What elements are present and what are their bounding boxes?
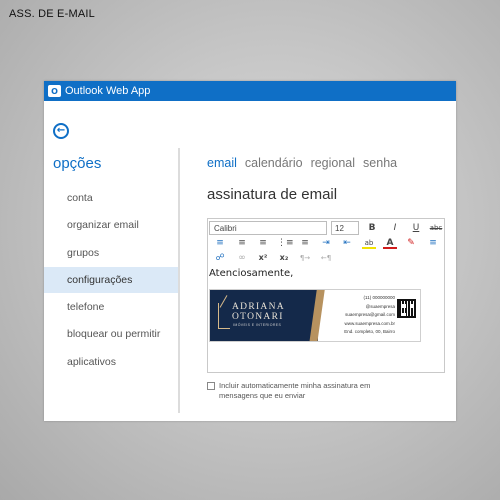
tab-regional[interactable]: regional xyxy=(311,156,355,170)
signature-editor[interactable]: Calibri 12 B I U abc ≡ ≡ ≡ ⋮≡ ≡ ⇥ ⇤ ab A… xyxy=(207,218,445,373)
align-right-icon[interactable]: ≡ xyxy=(256,237,270,249)
sidebar-item-grupos[interactable]: grupos xyxy=(44,240,178,266)
font-color-icon[interactable]: A xyxy=(383,237,397,249)
bold-icon[interactable]: B xyxy=(365,222,379,234)
superscript-icon[interactable]: x² xyxy=(256,252,270,264)
panel-divider xyxy=(178,148,180,413)
signature-social: @suaempresa xyxy=(365,303,395,309)
signature-tagline: IMÓVEIS E INTERIORES xyxy=(233,323,282,327)
signature-email: suaempresa@gmail.com xyxy=(345,312,395,318)
tab-calendario[interactable]: calendário xyxy=(245,156,303,170)
italic-icon[interactable]: I xyxy=(388,222,402,234)
qr-code-icon xyxy=(397,299,416,318)
sidebar-item-bloquear-ou-permitir[interactable]: bloquear ou permitir xyxy=(44,321,178,347)
app-title: Outlook Web App xyxy=(65,85,151,97)
auto-signature-label: Incluir automaticamente minha assinatura… xyxy=(219,381,371,400)
sidebar-item-organizar-email[interactable]: organizar email xyxy=(44,212,178,238)
decrease-indent-icon[interactable]: ⇤ xyxy=(340,237,354,249)
signature-phone: (11) 000000000 xyxy=(363,295,395,300)
outlook-icon: O xyxy=(48,85,61,97)
page-caption: ASS. DE E-MAIL xyxy=(9,8,95,20)
outlook-window: O Outlook Web App ← opções conta organiz… xyxy=(44,81,456,421)
sidebar-title: opções xyxy=(53,155,102,172)
title-bar: O Outlook Web App xyxy=(44,81,456,101)
signature-name-line2: OTONARI xyxy=(232,312,284,322)
signature-card: ADRIANA OTONARI IMÓVEIS E INTERIORES (11… xyxy=(209,289,421,342)
clear-formatting-icon[interactable]: ✎ xyxy=(404,237,418,249)
left-to-right-icon[interactable]: ¶→ xyxy=(298,252,312,264)
sidebar-item-configuracoes[interactable]: configurações xyxy=(44,266,178,293)
sidebar-item-aplicativos[interactable]: aplicativos xyxy=(44,349,178,375)
font-size-select[interactable]: 12 xyxy=(331,221,359,235)
align-center-icon[interactable]: ≡ xyxy=(235,237,249,249)
remove-link-icon[interactable]: ∞ xyxy=(235,252,249,264)
sidebar-item-telefone[interactable]: telefone xyxy=(44,294,178,320)
signature-website: www.suaempresa.com.br xyxy=(344,320,395,326)
auto-signature-option: Incluir automaticamente minha assinatura… xyxy=(207,381,409,401)
back-arrow-icon[interactable]: ← xyxy=(53,123,69,139)
underline-icon[interactable]: U xyxy=(409,222,423,234)
signature-greeting: Atenciosamente, xyxy=(209,268,294,279)
signature-address: End. completo, 00, Bairro xyxy=(344,329,395,335)
signature-name-line1: ADRIANA xyxy=(232,302,285,312)
bulleted-list-icon[interactable]: ⋮≡ xyxy=(277,237,294,249)
align-left-icon[interactable]: ≡ xyxy=(213,237,227,249)
section-title: assinatura de email xyxy=(207,186,338,203)
insert-link-icon[interactable]: ☍ xyxy=(213,252,227,264)
strikethrough-icon[interactable]: abc xyxy=(429,222,443,234)
signature-contact-info: (11) 000000000 @suaempresa suaempresa@gm… xyxy=(323,294,395,337)
line-spacing-icon[interactable]: ≡ xyxy=(426,237,440,249)
settings-tabs: email calendário regional senha xyxy=(207,156,397,170)
subscript-icon[interactable]: x₂ xyxy=(277,252,291,264)
sidebar-item-conta[interactable]: conta xyxy=(44,185,178,211)
highlight-icon[interactable]: ab xyxy=(362,237,376,249)
increase-indent-icon[interactable]: ⇥ xyxy=(319,237,333,249)
font-family-select[interactable]: Calibri xyxy=(209,221,327,235)
options-nav: conta organizar email grupos configuraçõ… xyxy=(44,185,178,376)
auto-signature-checkbox[interactable] xyxy=(207,382,215,390)
right-to-left-icon[interactable]: ←¶ xyxy=(319,252,333,264)
numbered-list-icon[interactable]: ≡ xyxy=(298,237,312,249)
monogram-logo-icon xyxy=(218,303,230,329)
tab-email[interactable]: email xyxy=(207,156,237,170)
tab-senha[interactable]: senha xyxy=(363,156,397,170)
